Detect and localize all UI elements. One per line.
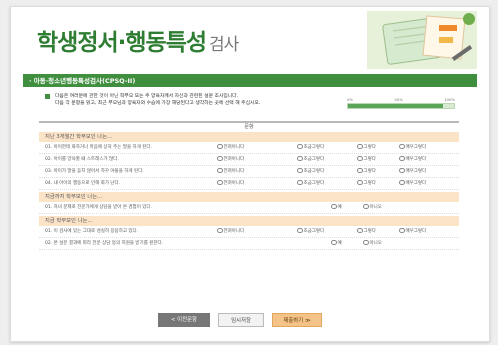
question-text: 01. 자녀 문제로 전문가에게 상담을 받아 본 경험이 있다. bbox=[45, 205, 152, 210]
progress-track bbox=[347, 103, 455, 109]
radio-icon bbox=[217, 227, 223, 234]
answer-option[interactable]: 전혀아니다 bbox=[217, 155, 244, 165]
answer-option[interactable]: 매우그렇다 bbox=[399, 179, 426, 189]
survey-section-title: · 아동·청소년행동특성검사(CPSQ-II) bbox=[29, 77, 136, 85]
radio-icon bbox=[399, 155, 405, 162]
answer-option[interactable]: 그렇다 bbox=[357, 155, 376, 165]
answer-option[interactable]: 조금그렇다 bbox=[297, 167, 324, 177]
radio-icon bbox=[217, 179, 223, 186]
answer-option[interactable]: 그렇다 bbox=[357, 179, 376, 189]
question-row: 02. 아이를 양육할 때 스트레스가 많다. 전혀아니다 조금그렇다 그렇다 … bbox=[39, 155, 459, 166]
radio-icon bbox=[297, 179, 303, 186]
question-row: 04. 내 아이의 행동으로 인해 화가 난다. 전혀아니다 조금그렇다 그렇다… bbox=[39, 179, 459, 190]
answer-option[interactable]: 전혀아니다 bbox=[217, 143, 244, 153]
question-row: 01. 아이한테 화하거나 마음에 상처 주는 말을 하게 된다. 전혀아니다 … bbox=[39, 143, 459, 154]
progress-label-end: 100% bbox=[444, 97, 455, 102]
section-header: 지금 학부모인 나는... bbox=[39, 216, 459, 226]
question-text: 02. 본 설문 결과에 따라 전문 상담 등의 지원을 받기를 원한다. bbox=[45, 241, 164, 246]
radio-icon bbox=[217, 167, 223, 174]
progress-label-mid: 50% bbox=[394, 97, 403, 102]
question-text: 01. 이 검사에 있는 그대로 성실히 응답하고 있다. bbox=[45, 229, 139, 234]
radio-icon bbox=[357, 167, 363, 174]
survey-section-bar: · 아동·청소년행동특성검사(CPSQ-II) bbox=[23, 74, 477, 87]
instruction-bullet-icon bbox=[45, 94, 50, 99]
submit-button[interactable]: 제출하기 ≫ bbox=[272, 313, 322, 327]
question-text: 03. 아이가 말을 듣지 않아서 자꾸 야물을 하게 된다. bbox=[45, 169, 144, 174]
progress-label-start: 0% bbox=[347, 97, 354, 102]
previous-question-button[interactable]: < 이전문항 bbox=[158, 313, 210, 327]
radio-icon bbox=[399, 167, 405, 174]
radio-icon bbox=[399, 143, 405, 150]
progress-fill bbox=[348, 104, 444, 108]
answer-option[interactable]: 조금그렇다 bbox=[297, 143, 324, 153]
answer-option[interactable]: 전혀아니다 bbox=[217, 167, 244, 177]
notebook-pen-illustration bbox=[367, 11, 477, 69]
answer-option[interactable]: 조금그렇다 bbox=[297, 227, 324, 237]
question-text: 02. 아이를 양육할 때 스트레스가 많다. bbox=[45, 157, 119, 162]
radio-icon bbox=[217, 143, 223, 150]
radio-icon bbox=[363, 203, 369, 210]
radio-icon bbox=[297, 227, 303, 234]
survey-panel: 학생정서·행동특성 검사 · 아동·청소년행동특성검사(CPSQ-II) 다음은 … bbox=[10, 6, 490, 342]
question-row: 01. 이 검사에 있는 그대로 성실히 응답하고 있다. 전혀아니다 조금그렇… bbox=[39, 227, 459, 238]
answer-option[interactable]: 그렇다 bbox=[357, 143, 376, 153]
radio-icon bbox=[331, 203, 337, 210]
instruction-line-2: 다음 각 문항을 읽고, 최근 부모님과 양육자와 수습에 가장 해당된다고 생… bbox=[55, 101, 261, 106]
question-text: 04. 내 아이의 행동으로 인해 화가 난다. bbox=[45, 181, 121, 186]
radio-icon bbox=[297, 167, 303, 174]
answer-option[interactable]: 매우그렇다 bbox=[399, 143, 426, 153]
answer-option[interactable]: 조금그렇다 bbox=[297, 179, 324, 189]
answer-option[interactable]: 전혀아니다 bbox=[217, 179, 244, 189]
progress-indicator: 0% 50% 100% bbox=[347, 97, 455, 109]
radio-icon bbox=[399, 179, 405, 186]
radio-icon bbox=[357, 155, 363, 162]
answer-option[interactable]: 전혀아니다 bbox=[217, 227, 244, 237]
question-row: 02. 본 설문 결과에 따라 전문 상담 등의 지원을 받기를 원한다. 예 … bbox=[39, 239, 459, 250]
question-row: 01. 자녀 문제로 전문가에게 상담을 받아 본 경험이 있다. 예 아니오 bbox=[39, 203, 459, 214]
question-row: 03. 아이가 말을 듣지 않아서 자꾸 야물을 하게 된다. 전혀아니다 조금… bbox=[39, 167, 459, 178]
question-text: 01. 아이한테 화하거나 마음에 상처 주는 말을 하게 된다. bbox=[45, 145, 152, 150]
temporary-save-button[interactable]: 임시저장 bbox=[218, 313, 264, 327]
radio-icon bbox=[357, 179, 363, 186]
radio-icon bbox=[217, 155, 223, 162]
page-title: 학생정서·행동특성 검사 bbox=[37, 30, 239, 56]
answer-option[interactable]: 매우그렇다 bbox=[399, 167, 426, 177]
answer-option[interactable]: 매우그렇다 bbox=[399, 155, 426, 165]
radio-icon bbox=[357, 227, 363, 234]
instruction-line-1: 다음은 여러분에 관한 것이 아닌 학부모 또는 주 양육자께서 자신과 관련된… bbox=[55, 94, 239, 99]
answer-option[interactable]: 그렇다 bbox=[357, 227, 376, 237]
answer-option[interactable]: 예 bbox=[331, 239, 342, 249]
answer-option[interactable]: 그렇다 bbox=[357, 167, 376, 177]
answer-option[interactable]: 매우그렇다 bbox=[399, 227, 426, 237]
answer-option[interactable]: 아니오 bbox=[363, 239, 382, 249]
radio-icon bbox=[363, 239, 369, 246]
section-header: 지금까지 학부모인 나는... bbox=[39, 192, 459, 202]
answer-option[interactable]: 아니오 bbox=[363, 203, 382, 213]
radio-icon bbox=[331, 239, 337, 246]
answer-option[interactable]: 예 bbox=[331, 203, 342, 213]
radio-icon bbox=[297, 155, 303, 162]
page-subtitle: 검사 bbox=[209, 35, 239, 55]
answer-option[interactable]: 조금그렇다 bbox=[297, 155, 324, 165]
radio-icon bbox=[357, 143, 363, 150]
instructions: 다음은 여러분에 관한 것이 아닌 학부모 또는 주 양육자께서 자신과 관련된… bbox=[45, 93, 305, 107]
radio-icon bbox=[399, 227, 405, 234]
radio-icon bbox=[297, 143, 303, 150]
section-header: 지난 3개월간 학부모인 나는... bbox=[39, 132, 459, 142]
